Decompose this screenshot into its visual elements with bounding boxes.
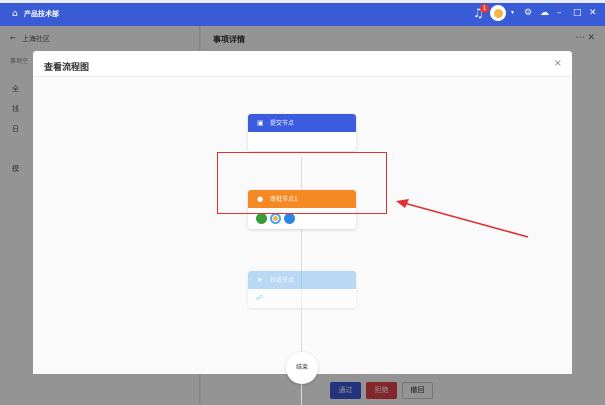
end-node: 结束: [286, 352, 318, 384]
close-icon[interactable]: ✕: [589, 8, 597, 18]
send-icon: ➤: [257, 276, 263, 284]
cc-node[interactable]: ➤ 抄送节点 ☍: [248, 271, 356, 308]
home-icon[interactable]: ⌂: [12, 10, 18, 19]
top-strip: [0, 0, 605, 3]
close-icon[interactable]: ×: [554, 58, 562, 69]
cc-node-label: 抄送节点: [270, 277, 295, 284]
app-titlebar: ⌂ 产品技术部 ♫ 1 ▾ ⚙ ☁ – □ ✕: [0, 0, 605, 26]
app-title: 产品技术部: [24, 10, 59, 18]
maximize-icon[interactable]: □: [573, 8, 582, 18]
settings-icon[interactable]: ⚙: [524, 8, 532, 18]
chevron-down-icon[interactable]: ▾: [511, 9, 514, 16]
modal-title: 查看流程图: [44, 63, 90, 73]
flowchart-canvas: ▣ 提交节点 ● 审批节点1 ➤ 抄送节点 ☍ 结束: [33, 77, 572, 405]
document-icon: ▣: [257, 119, 264, 127]
submit-node-label: 提交节点: [270, 120, 295, 127]
approver-avatar: [256, 213, 267, 224]
notification-badge: 1: [480, 4, 489, 13]
approver-avatar: [270, 213, 281, 224]
highlight-box: [217, 152, 387, 214]
submit-node[interactable]: ▣ 提交节点: [248, 114, 356, 151]
org-icon: ☍: [256, 294, 264, 302]
user-avatar[interactable]: [490, 5, 506, 21]
minimize-icon[interactable]: –: [557, 8, 562, 18]
cloud-icon[interactable]: ☁: [540, 8, 549, 18]
approver-avatar: [284, 213, 295, 224]
